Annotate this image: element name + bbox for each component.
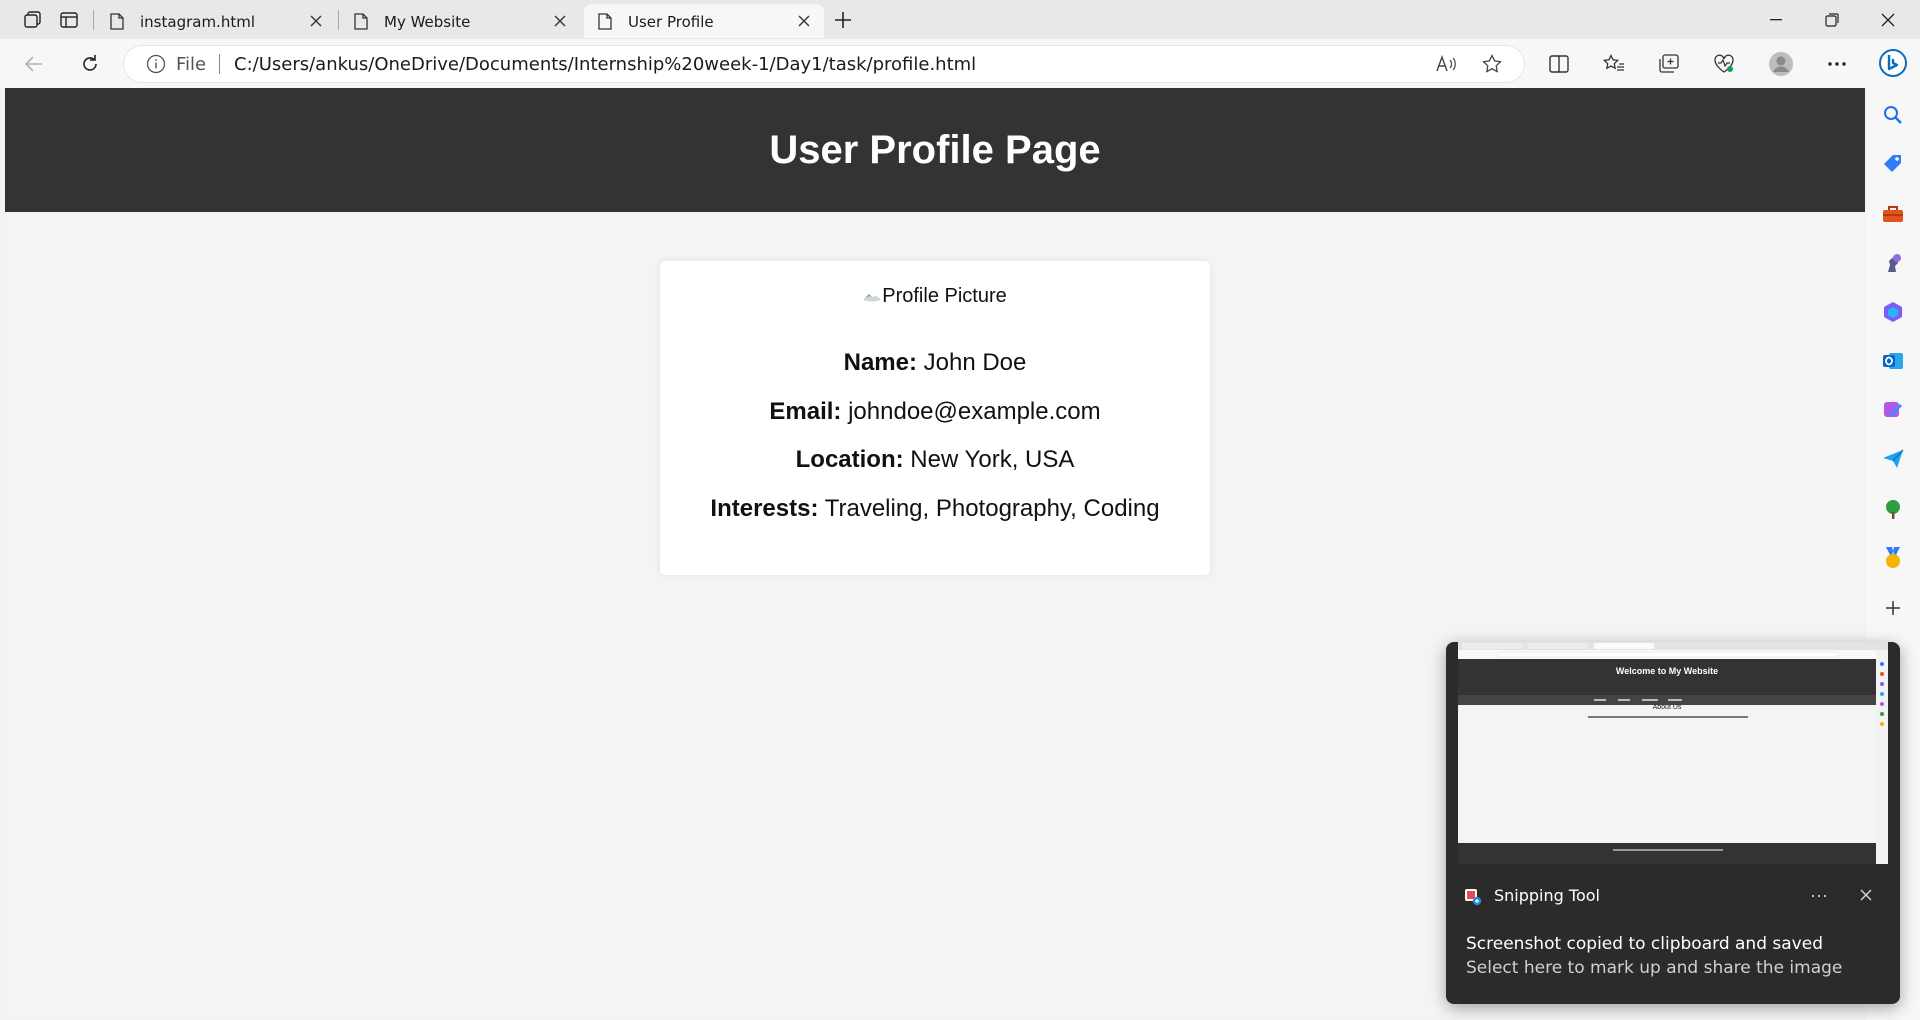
field-value: New York, USA <box>910 446 1075 473</box>
field-label: Interests: <box>710 495 819 522</box>
games-icon[interactable] <box>1879 249 1907 277</box>
notification-body: Select here to mark up and share the ima… <box>1466 958 1843 978</box>
profile-picture-alt: Profile Picture <box>882 285 1007 307</box>
broken-image-icon <box>863 285 881 308</box>
split-screen-icon[interactable] <box>1541 46 1577 82</box>
page-icon <box>598 13 612 34</box>
tab-label: User Profile <box>628 13 714 31</box>
rewards-medal-icon[interactable] <box>1879 544 1907 572</box>
send-icon[interactable] <box>1879 445 1907 473</box>
tab-label: My Website <box>384 13 471 31</box>
field-label: Location: <box>795 446 904 473</box>
tab-strip: instagram.html My Website User Profile <box>0 0 1920 39</box>
profile-avatar-icon[interactable] <box>1763 46 1799 82</box>
minimize-icon[interactable] <box>1748 0 1804 39</box>
info-icon[interactable] <box>146 54 166 79</box>
field-label: Email: <box>769 398 842 425</box>
address-separator <box>219 54 220 74</box>
tools-briefcase-icon[interactable] <box>1879 200 1907 228</box>
notification-app-name: Snipping Tool <box>1494 886 1600 905</box>
tab-separator <box>338 10 339 30</box>
address-bar[interactable]: File C:/Users/ankus/OneDrive/Documents/I… <box>124 46 1524 82</box>
designer-icon[interactable] <box>1879 396 1907 424</box>
tab-separator <box>93 10 94 30</box>
profile-email-row: Email: johndoe@example.com <box>660 398 1210 426</box>
screenshot-thumbnail[interactable]: Welcome to My Website About Us <box>1458 642 1888 864</box>
profile-picture: Profile Picture <box>660 285 1210 308</box>
notification-more-button[interactable]: ··· <box>1804 880 1834 910</box>
field-label: Name: <box>843 349 917 376</box>
close-window-icon[interactable] <box>1860 0 1916 39</box>
url-text[interactable]: C:/Users/ankus/OneDrive/Documents/Intern… <box>234 54 976 75</box>
browser-essentials-icon[interactable] <box>1706 46 1742 82</box>
thumbnail-heading: Welcome to My Website <box>1615 666 1719 676</box>
restore-icon[interactable] <box>1804 0 1860 39</box>
back-icon[interactable] <box>16 47 52 81</box>
profile-card: Profile Picture Name: John Doe Email: jo… <box>660 261 1210 575</box>
favorite-star-icon[interactable] <box>1480 53 1504 75</box>
search-icon[interactable] <box>1879 101 1907 129</box>
field-value: John Doe <box>923 349 1027 376</box>
close-tab-icon[interactable] <box>306 11 326 31</box>
notification-title: Screenshot copied to clipboard and saved <box>1466 934 1823 954</box>
workspaces-icon[interactable] <box>14 4 52 36</box>
favorites-icon[interactable] <box>1596 46 1632 82</box>
shopping-tag-icon[interactable] <box>1879 150 1907 178</box>
notification-close-icon[interactable] <box>1851 880 1881 910</box>
page-header: User Profile Page <box>5 88 1865 212</box>
outlook-icon[interactable] <box>1879 347 1907 375</box>
profile-name-row: Name: John Doe <box>660 349 1210 377</box>
add-sidebar-app-icon[interactable] <box>1879 594 1907 622</box>
scheme-label: File <box>176 54 207 75</box>
new-tab-icon[interactable] <box>824 4 862 36</box>
read-aloud-icon[interactable] <box>1434 53 1458 75</box>
microsoft-365-icon[interactable] <box>1879 298 1907 326</box>
collections-icon[interactable] <box>1651 46 1687 82</box>
snipping-tool-notification[interactable]: Welcome to My Website About Us Snipping … <box>1446 642 1900 1004</box>
tree-icon[interactable] <box>1879 495 1907 523</box>
copilot-icon[interactable] <box>1879 49 1907 77</box>
refresh-icon[interactable] <box>72 47 108 81</box>
page-icon <box>110 13 124 34</box>
snipping-tool-app-icon <box>1464 888 1482 911</box>
close-tab-icon[interactable] <box>550 11 570 31</box>
field-value: Traveling, Photography, Coding <box>824 495 1160 522</box>
tab-instagram[interactable]: instagram.html <box>96 4 336 38</box>
tab-my-website[interactable]: My Website <box>340 4 580 38</box>
close-tab-icon[interactable] <box>794 11 814 31</box>
thumbnail-section-title: About Us <box>1652 704 1682 711</box>
tab-label: instagram.html <box>140 13 255 31</box>
more-menu-icon[interactable] <box>1819 46 1855 82</box>
tab-user-profile[interactable]: User Profile <box>584 4 824 38</box>
page-title: User Profile Page <box>769 127 1101 172</box>
tab-actions-icon[interactable] <box>50 4 88 36</box>
profile-interests-row: Interests: Traveling, Photography, Codin… <box>660 495 1210 523</box>
page-icon <box>354 13 368 34</box>
profile-location-row: Location: New York, USA <box>660 446 1210 474</box>
field-value: johndoe@example.com <box>848 398 1101 425</box>
